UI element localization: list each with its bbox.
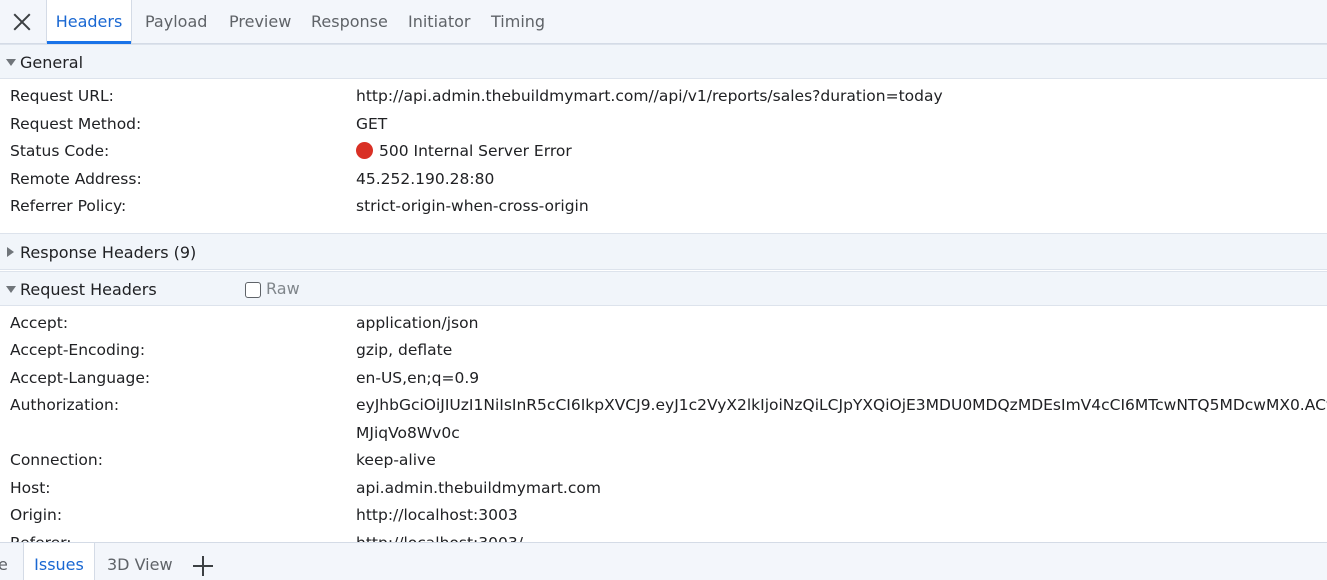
devtools-tab-bar: Headers Payload Preview Response Initiat… [0, 0, 1327, 44]
tab-response[interactable]: Response [311, 0, 388, 43]
remote-address-key: Remote Address: [10, 170, 142, 188]
response-headers-section-header[interactable]: Response Headers (9) [0, 233, 1327, 270]
accept-language-key: Accept-Language: [10, 369, 151, 387]
connection-value: keep-alive [356, 451, 436, 469]
status-code-value: 500 Internal Server Error [379, 142, 572, 160]
origin-key: Origin: [10, 506, 63, 524]
expanded-triangle-icon [6, 286, 16, 293]
accept-language-value: en-US,en;q=0.9 [356, 369, 480, 387]
request-headers-section-header[interactable]: Request Headers [0, 271, 1327, 306]
accept-key: Accept: [10, 314, 69, 332]
accept-encoding-key: Accept-Encoding: [10, 341, 146, 359]
status-code-key: Status Code: [10, 142, 110, 160]
authorization-value-continued: MJiqVo8Wv0c [356, 424, 460, 442]
authorization-value: eyJhbGciOiJIUzI1NiIsInR5cCI6IkpXVCJ9.eyJ… [356, 396, 1327, 414]
referrer-policy-value: strict-origin-when-cross-origin [356, 197, 589, 215]
request-url-key: Request URL: [10, 87, 114, 105]
accept-value: application/json [356, 314, 479, 332]
request-method-key: Request Method: [10, 115, 142, 133]
connection-key: Connection: [10, 451, 103, 469]
raw-label[interactable]: Raw [266, 279, 300, 298]
general-section-title: General [20, 53, 84, 72]
tab-payload[interactable]: Payload [145, 0, 207, 43]
raw-checkbox[interactable] [245, 282, 261, 298]
drawer-tab-console-partial[interactable]: e [0, 543, 8, 580]
remote-address-value: 45.252.190.28:80 [356, 170, 495, 188]
general-section-header[interactable]: General [0, 44, 1327, 79]
tab-initiator[interactable]: Initiator [408, 0, 470, 43]
accept-encoding-value: gzip, deflate [356, 341, 453, 359]
status-code-value-container: 500 Internal Server Error [356, 142, 572, 160]
close-icon[interactable] [12, 12, 32, 32]
drawer-tab-3d-view[interactable]: 3D View [107, 543, 173, 580]
authorization-key: Authorization: [10, 396, 120, 414]
collapsed-triangle-icon [7, 247, 14, 257]
tab-headers[interactable]: Headers [46, 0, 132, 44]
host-value: api.admin.thebuildmymart.com [356, 479, 601, 497]
referrer-policy-key: Referrer Policy: [10, 197, 127, 215]
request-url-value: http://api.admin.thebuildmymart.com//api… [356, 87, 943, 105]
request-method-value: GET [356, 115, 388, 133]
request-headers-section-title: Request Headers [20, 280, 157, 299]
error-status-dot-icon [356, 142, 373, 159]
origin-value: http://localhost:3003 [356, 506, 518, 524]
plus-icon[interactable] [193, 556, 213, 576]
tab-timing[interactable]: Timing [491, 0, 545, 43]
tab-preview[interactable]: Preview [229, 0, 291, 43]
response-headers-section-title: Response Headers (9) [20, 243, 197, 262]
host-key: Host: [10, 479, 51, 497]
expanded-triangle-icon [6, 59, 16, 66]
drawer-tab-issues[interactable]: Issues [23, 543, 95, 580]
